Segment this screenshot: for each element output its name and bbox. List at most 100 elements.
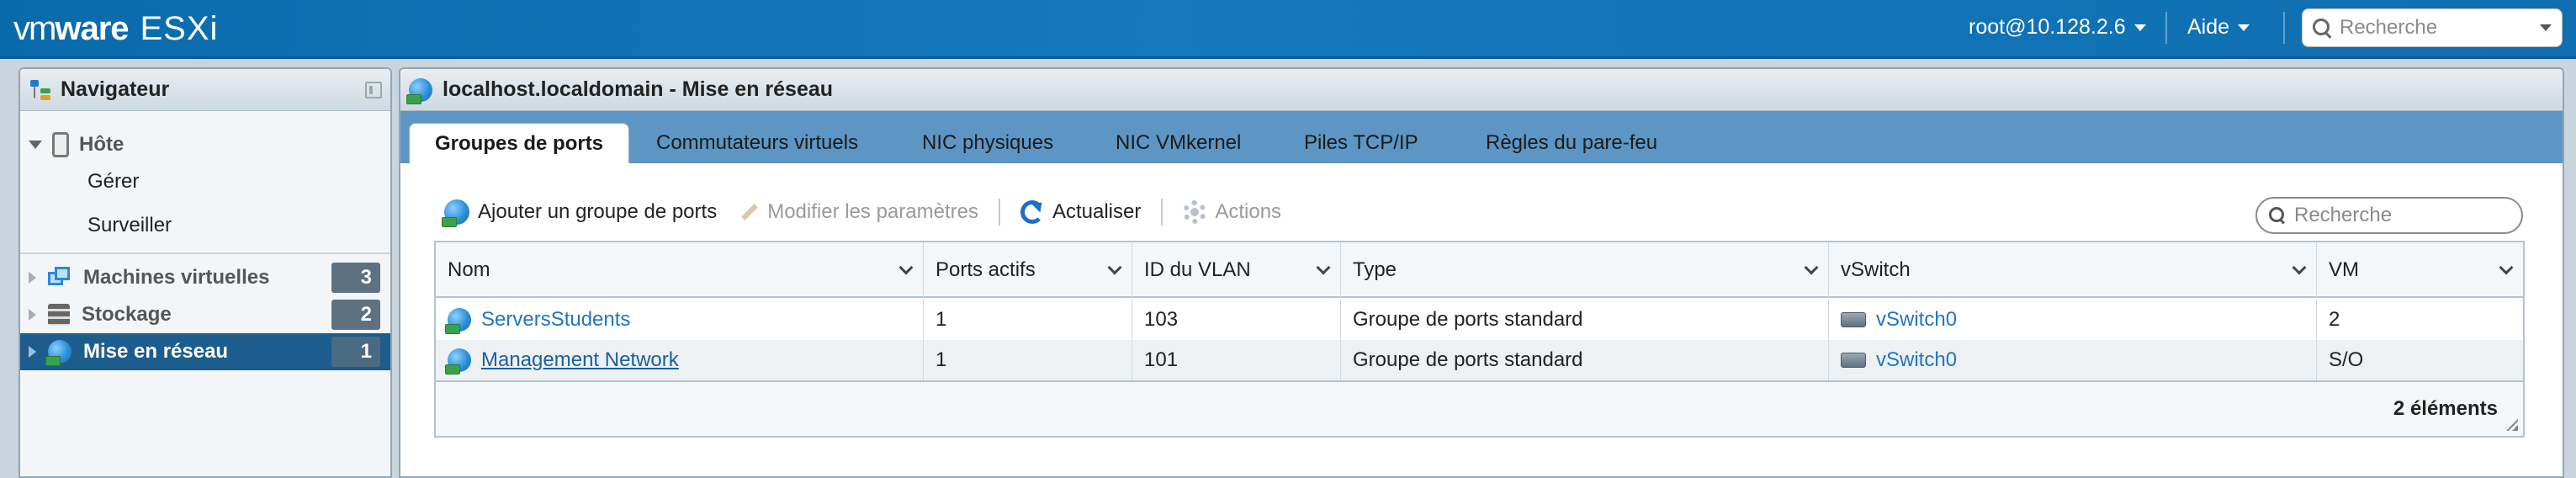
tab-physical-nics[interactable]: NIC physiques [897,123,1079,163]
column-header-name[interactable]: Nom [436,242,924,298]
navigator-panel: Navigateur Hôte Gérer Surveiller Machine… [19,67,392,478]
help-label: Aide [2187,15,2230,39]
nav-storage[interactable]: Stockage 2 [20,296,390,333]
vswitch-icon [1841,312,1866,327]
nav-vm-label: Machines virtuelles [83,266,270,289]
tab-bar: Groupes de ports Commutateurs virtuels N… [400,111,2563,163]
count-badge: 2 [331,300,380,330]
refresh-icon [1020,200,1044,224]
caret-down-icon [2133,24,2146,31]
table-search-input[interactable]: Recherche [2294,204,2392,227]
item-count: 2 éléments [2393,397,2498,420]
nav-host-label: Hôte [79,133,125,156]
pencil-icon [737,201,759,223]
host-icon [52,132,69,157]
nav-host-manage[interactable]: Gérer [20,165,390,199]
nav-storage-label: Stockage [82,303,172,326]
vswitch-link[interactable]: vSwitch0 [1876,348,1957,372]
port-group-icon [445,348,471,374]
divider [2165,12,2167,44]
nav-host[interactable]: Hôte [20,128,390,162]
user-menu[interactable]: root@10.128.2.6 [1969,15,2146,40]
divider [1161,199,1163,226]
cell-vm: S/O [2329,348,2364,371]
resize-grip-icon[interactable] [2506,419,2518,431]
actions-button[interactable]: Actions [1173,200,1291,224]
expand-down-icon[interactable] [29,141,42,149]
column-header-type[interactable]: Type [1341,242,1829,298]
tab-port-groups[interactable]: Groupes de ports [409,123,630,163]
cell-vlan-id: 101 [1132,340,1341,380]
cell-vswitch: vSwitch0 [1829,340,2317,380]
add-port-group-button[interactable]: Ajouter un groupe de ports [434,199,727,227]
refresh-button[interactable]: Actualiser [1010,200,1151,224]
caret-down-icon[interactable] [2540,24,2552,31]
add-network-icon [442,199,469,227]
cell-vswitch: vSwitch0 [1829,300,2317,340]
column-header-vlan-id[interactable]: ID du VLAN [1132,242,1341,298]
cell-active-ports: 1 [924,300,1132,340]
vm-icon [48,267,72,289]
global-search[interactable]: Recherche [2302,8,2563,47]
expand-right-icon[interactable] [29,346,36,358]
table-header: Nom Ports actifs ID du VLAN Type vSwitch… [436,242,2523,298]
nav-host-monitor[interactable]: Surveiller [20,209,390,242]
count-badge: 3 [331,263,380,293]
nav-monitor-label: Surveiller [87,214,172,236]
tab-firewall-rules[interactable]: Règles du pare-feu [1460,123,1683,163]
tab-vmkernel-nics[interactable]: NIC VMkernel [1090,123,1266,163]
collapse-icon[interactable] [365,81,382,98]
navigator-title: Navigateur [61,77,170,101]
cell-vlan-id: 103 [1132,300,1341,340]
panel-title: localhost.localdomain - Mise en réseau [443,77,834,101]
column-header-vswitch[interactable]: vSwitch [1829,242,2317,298]
storage-icon [48,304,70,326]
cell-active-ports: 1 [924,340,1132,380]
networking-panel: localhost.localdomain - Mise en réseau G… [399,67,2564,478]
cell-name: ServersStudents [436,300,924,340]
nav-networking-label: Mise en réseau [83,340,229,363]
column-header-vm[interactable]: VM [2317,242,2523,298]
count-badge: 1 [331,337,380,367]
column-header-active-ports[interactable]: Ports actifs [924,242,1132,298]
expand-right-icon[interactable] [29,272,36,284]
global-search-input[interactable]: Recherche [2340,16,2531,40]
chevron-down-icon[interactable] [1804,260,1819,275]
expand-right-icon[interactable] [29,309,36,321]
cell-name: Management Network [436,340,924,380]
tab-tcpip-stacks[interactable]: Piles TCP/IP [1279,123,1444,163]
table-search[interactable]: Recherche [2255,197,2523,234]
chevron-down-icon[interactable] [1107,260,1122,275]
port-groups-table: Nom Ports actifs ID du VLAN Type vSwitch… [434,241,2525,438]
network-icon [45,340,72,366]
divider [20,252,390,254]
search-icon [2269,207,2286,224]
port-group-link[interactable]: ServersStudents [481,308,630,332]
panel-header: localhost.localdomain - Mise en réseau [400,69,2563,111]
table-row[interactable]: Management Network 1 101 Groupe de ports… [436,340,2523,380]
vswitch-link[interactable]: vSwitch0 [1876,308,1957,332]
table-footer: 2 éléments [436,380,2523,436]
nav-virtual-machines[interactable]: Machines virtuelles 3 [20,259,390,296]
port-group-link[interactable]: Management Network [481,348,679,372]
divider [998,199,1000,226]
navigator-tree-icon [29,78,52,102]
chevron-down-icon[interactable] [1316,260,1331,275]
gear-icon [1183,200,1207,224]
nav-manage-label: Gérer [87,170,140,193]
vmware-esxi-logo: vm ware ESXi [13,10,219,47]
user-label: root@10.128.2.6 [1969,15,2126,39]
navigator-header: Navigateur [20,69,390,111]
help-menu[interactable]: Aide [2187,15,2250,40]
tab-virtual-switches[interactable]: Commutateurs virtuels [631,123,883,163]
table-row[interactable]: ServersStudents 1 103 Groupe de ports st… [436,300,2523,340]
vswitch-icon [1841,353,1866,368]
port-group-icon [445,308,471,334]
chevron-down-icon[interactable] [2292,260,2307,275]
divider [2283,12,2285,44]
chevron-down-icon[interactable] [2499,260,2514,275]
top-bar: vm ware ESXi root@10.128.2.6 Aide Recherc… [0,0,2576,59]
nav-networking[interactable]: Mise en réseau 1 [20,333,390,370]
chevron-down-icon[interactable] [898,260,914,275]
edit-settings-button[interactable]: Modifier les paramètres [727,200,989,224]
